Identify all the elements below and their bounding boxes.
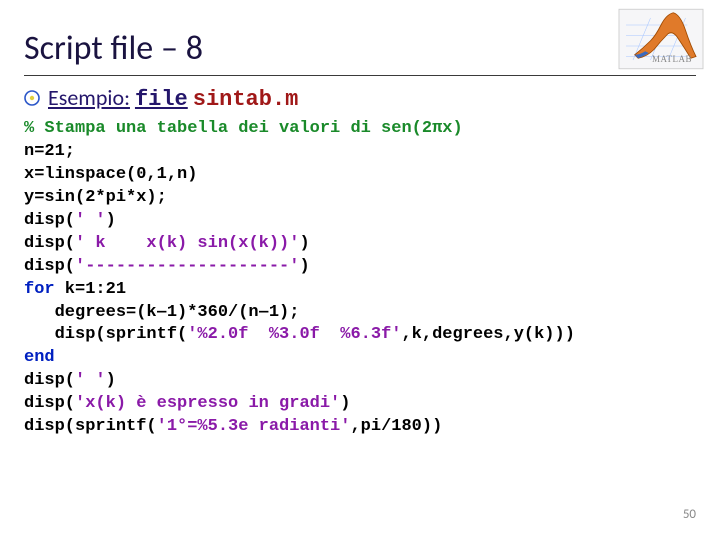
intro-file-kw: file [135,87,188,112]
code-line: ) [106,371,116,390]
code-line: ,pi/180)) [350,417,442,436]
logo-caption: MATLAB [652,54,692,64]
code-block: % Stampa una tabella dei valori di sen(2… [24,118,696,439]
code-string: '%2.0f %3.0f %6.3f' [187,325,401,344]
intro-line: Esempio: file sintab.m [24,84,696,112]
page-number: 50 [683,507,696,522]
code-line: disp( [24,371,75,390]
code-line: ) [340,394,350,413]
code-keyword: for [24,280,55,299]
code-line: disp(sprintf( [24,325,187,344]
code-line: ) [299,257,309,276]
code-line: ) [299,234,309,253]
code-string: '--------------------' [75,257,299,276]
intro-esempio: Esempio: [48,84,130,111]
intro-filename: sintab.m [193,87,299,112]
code-line: degrees=(k‒1)*360/(n‒1); [24,303,299,322]
code-string: ' k x(k) sin(x(k))' [75,234,299,253]
code-line: x=linspace(0,1,n) [24,165,197,184]
code-keyword: end [24,348,55,367]
code-string: 'x(k) è espresso in gradi' [75,394,340,413]
code-line: disp( [24,257,75,276]
code-line: ,k,degrees,y(k))) [401,325,574,344]
code-line: y=sin(2*pi*x); [24,188,167,207]
code-string: ' ' [75,371,106,390]
code-string: ' ' [75,211,106,230]
code-line: disp( [24,234,75,253]
code-comment: % Stampa una tabella dei valori di sen(2… [24,119,463,138]
code-line: disp(sprintf( [24,417,157,436]
code-line: k=1:21 [55,280,126,299]
code-line: disp( [24,211,75,230]
code-line: n=21; [24,142,75,161]
title-divider [24,75,696,76]
code-string: '1°=%5.3e radianti' [157,417,351,436]
code-line: disp( [24,394,75,413]
slide-title: Script file ‒ 8 [24,28,696,69]
bullet-icon [24,90,40,106]
code-line: ) [106,211,116,230]
